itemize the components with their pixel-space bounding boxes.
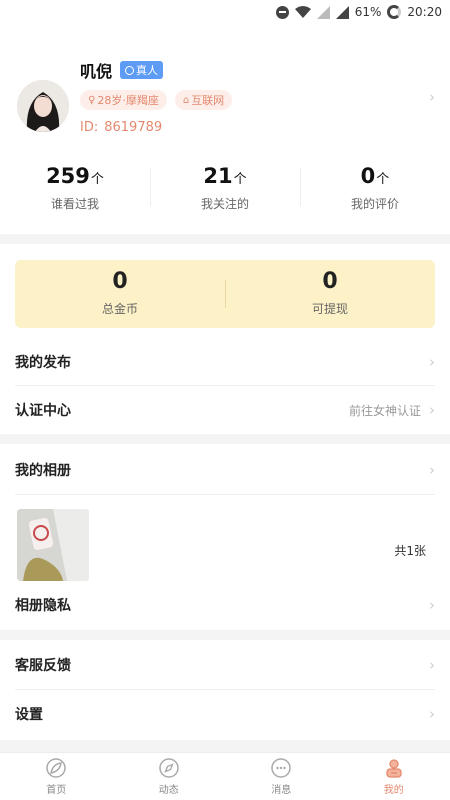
menu-album-privacy[interactable]: 相册隐私 › bbox=[15, 581, 435, 629]
wallet-total-coins[interactable]: 0 总金币 bbox=[15, 260, 225, 328]
tab-home-label: 首页 bbox=[46, 785, 67, 796]
chevron-right-icon: › bbox=[429, 401, 435, 419]
tab-messages-label: 消息 bbox=[271, 785, 292, 796]
menu-feedback[interactable]: 客服反馈 › bbox=[15, 641, 435, 689]
stat-following[interactable]: 21个 我关注的 bbox=[150, 150, 300, 234]
wallet-withdrawable-label: 可提现 bbox=[311, 302, 348, 316]
menu-my-posts[interactable]: 我的发布 › bbox=[15, 338, 435, 386]
do-not-disturb-icon bbox=[275, 5, 289, 19]
profile-tags: ♀ 28岁·摩羯座 ⌂ 互联网 bbox=[80, 90, 233, 110]
wallet-card: 0 总金币 0 可提现 bbox=[15, 260, 435, 328]
age-tag: ♀ 28岁·摩羯座 bbox=[80, 90, 167, 110]
tab-messages[interactable]: 消息 bbox=[225, 753, 338, 800]
wallet-total-coins-value: 0 bbox=[112, 269, 128, 294]
stat-reviews-value: 0 bbox=[360, 164, 376, 188]
verified-badge: 真人 bbox=[120, 61, 164, 79]
verified-badge-label: 真人 bbox=[136, 64, 159, 77]
status-bar: 61% 20:20 bbox=[0, 0, 450, 24]
wallet-withdrawable-value: 0 bbox=[322, 269, 338, 294]
stat-visitors-unit: 个 bbox=[90, 172, 104, 187]
user-id-label: ID: bbox=[80, 120, 99, 135]
age-tag-label: 28岁·摩羯座 bbox=[97, 94, 159, 107]
home-leaf-icon bbox=[45, 757, 67, 779]
user-id-value: 8619789 bbox=[104, 120, 163, 135]
tab-mine[interactable]: 我的 bbox=[338, 753, 450, 800]
avatar[interactable] bbox=[17, 80, 69, 132]
stat-following-value: 21 bbox=[203, 164, 233, 188]
chevron-right-icon: › bbox=[429, 705, 435, 723]
menu-settings-label: 设置 bbox=[15, 707, 43, 723]
album-section: 我的相册 › 共1张 相册隐私 › bbox=[0, 444, 450, 630]
menu-my-posts-label: 我的发布 bbox=[15, 355, 71, 371]
tab-feed-label: 动态 bbox=[158, 785, 179, 796]
battery-percent: 61% bbox=[354, 5, 382, 19]
verify-hint: 前往女神认证 bbox=[348, 403, 421, 418]
bottom-tab-bar: 首页 动态 消息 我的 bbox=[0, 752, 450, 800]
cell-signal-icon bbox=[335, 5, 349, 19]
user-id: ID: 8619789 bbox=[80, 120, 162, 135]
industry-tag-label: 互联网 bbox=[191, 94, 225, 107]
chevron-right-icon: › bbox=[429, 461, 435, 479]
profile-icon bbox=[383, 757, 405, 779]
no-sim-signal-icon bbox=[316, 5, 330, 19]
menu-settings[interactable]: 设置 › bbox=[15, 690, 435, 738]
clock: 20:20 bbox=[407, 5, 442, 19]
menu-feedback-label: 客服反馈 bbox=[15, 658, 71, 674]
stat-reviews-unit: 个 bbox=[376, 172, 390, 187]
support-section: 客服反馈 › 设置 › bbox=[0, 640, 450, 740]
briefcase-icon: ⌂ bbox=[182, 94, 190, 106]
battery-icon bbox=[387, 5, 402, 19]
stats-bar: 259个 谁看过我 21个 我关注的 0个 我的评价 bbox=[0, 150, 450, 234]
menu-verify-center[interactable]: 认证中心 前往女神认证 › bbox=[15, 386, 435, 434]
chevron-right-icon: › bbox=[429, 353, 435, 371]
tab-mine-label: 我的 bbox=[383, 785, 404, 796]
stat-reviews-label: 我的评价 bbox=[350, 197, 399, 211]
person-icon bbox=[125, 65, 135, 75]
wallet-and-menu-section: 0 总金币 0 可提现 我的发布 › 认证中心 前往女神认证 › bbox=[0, 244, 450, 434]
stat-following-unit: 个 bbox=[233, 172, 247, 187]
wallet-total-coins-label: 总金币 bbox=[101, 302, 138, 316]
menu-my-album[interactable]: 我的相册 › bbox=[15, 446, 435, 494]
menu-album-privacy-label: 相册隐私 bbox=[15, 598, 71, 614]
industry-tag: ⌂ 互联网 bbox=[174, 90, 233, 110]
chat-bubble-icon bbox=[270, 757, 292, 779]
stat-visitors-value: 259 bbox=[46, 164, 90, 188]
user-name: 叽倪 bbox=[80, 62, 113, 81]
stat-visitors-label: 谁看过我 bbox=[50, 197, 99, 211]
female-symbol-icon: ♀ bbox=[88, 94, 96, 106]
menu-my-album-label: 我的相册 bbox=[15, 463, 71, 479]
profile-chevron-right-icon: › bbox=[429, 88, 435, 106]
tab-home[interactable]: 首页 bbox=[0, 753, 113, 800]
album-photo-count: 共1张 bbox=[394, 544, 426, 558]
wifi-icon bbox=[294, 6, 311, 18]
divider bbox=[15, 494, 435, 495]
compass-icon bbox=[158, 757, 180, 779]
profile-header[interactable]: 叽倪 真人 ♀ 28岁·摩羯座 ⌂ 互联网 ID: 8619789 › bbox=[0, 24, 450, 150]
stat-following-label: 我关注的 bbox=[200, 197, 249, 211]
menu-verify-center-label: 认证中心 bbox=[15, 403, 71, 419]
chevron-right-icon: › bbox=[429, 656, 435, 674]
wallet-withdrawable[interactable]: 0 可提现 bbox=[225, 260, 435, 328]
stat-reviews[interactable]: 0个 我的评价 bbox=[300, 150, 450, 234]
tab-feed[interactable]: 动态 bbox=[113, 753, 226, 800]
chevron-right-icon: › bbox=[429, 596, 435, 614]
album-photo-thumbnail[interactable] bbox=[17, 509, 89, 581]
stat-visitors[interactable]: 259个 谁看过我 bbox=[0, 150, 150, 234]
